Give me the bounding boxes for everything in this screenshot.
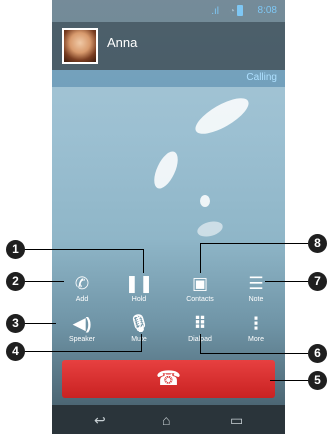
home-icon[interactable]: ⌂ <box>162 412 170 428</box>
end-call-button[interactable]: ☎ <box>62 360 275 398</box>
feather-decoration <box>200 195 210 207</box>
back-icon[interactable]: ↩ <box>94 412 106 429</box>
leader-line <box>16 351 142 352</box>
leader-line <box>200 353 308 354</box>
callout-3: 3 <box>6 314 25 333</box>
add-call-label: Add <box>75 296 89 303</box>
note-icon: ☰ <box>248 274 264 293</box>
microphone-icon: 🎙 <box>128 314 150 333</box>
status-bar: .ıl ◔ 8:08 <box>52 0 285 22</box>
callout-6: 6 <box>308 344 327 363</box>
note-button[interactable]: ☰ Note <box>228 273 284 313</box>
end-call-icon: ☎ <box>156 368 181 390</box>
pause-icon: ❚❚ <box>124 274 154 293</box>
dialpad-icon: ⠿ <box>193 314 207 333</box>
leader-line <box>143 249 144 273</box>
callout-7: 7 <box>308 272 327 291</box>
recents-icon[interactable]: ▭ <box>230 412 243 429</box>
callout-2: 2 <box>6 272 25 291</box>
call-status-bar: Calling <box>52 70 285 87</box>
battery-icon <box>237 5 243 16</box>
leader-line <box>200 243 308 244</box>
wifi-icon: ◔ <box>228 6 235 17</box>
navigation-bar: ↩ ⌂ ▭ <box>52 405 285 434</box>
callout-4: 4 <box>6 342 25 361</box>
mute-label: Mute <box>131 336 147 343</box>
callout-5: 5 <box>308 371 327 390</box>
contacts-label: Contacts <box>186 296 214 303</box>
contact-header: Anna <box>52 22 285 70</box>
leader-line <box>200 334 201 354</box>
mute-button[interactable]: 🎙 Mute <box>111 313 167 353</box>
speaker-icon: ◀) <box>72 314 92 333</box>
call-status-label: Calling <box>246 72 277 83</box>
avatar <box>62 28 98 64</box>
callout-8: 8 <box>308 234 327 253</box>
call-controls: ✆ Add ❚❚ Hold ▣ Contacts ☰ Note ◀) Speak… <box>52 270 285 350</box>
signal-icon: .ıl <box>211 6 219 17</box>
feather-decoration <box>190 91 254 141</box>
feather-decoration <box>149 148 183 192</box>
more-vertical-icon: ⋮ <box>247 314 265 333</box>
hold-label: Hold <box>131 296 147 303</box>
leader-line <box>200 243 201 273</box>
leader-line <box>16 249 144 250</box>
note-label: Note <box>248 296 264 303</box>
add-call-button[interactable]: ✆ Add <box>54 273 110 313</box>
callout-1: 1 <box>6 240 25 259</box>
speaker-label: Speaker <box>68 336 96 343</box>
phone-screen: .ıl ◔ 8:08 Anna Calling ✆ Add ❚❚ Hold ▣ … <box>52 0 285 434</box>
contacts-button[interactable]: ▣ Contacts <box>172 273 228 313</box>
leader-line <box>141 334 142 352</box>
more-button[interactable]: ⋮ More <box>228 313 284 353</box>
contacts-icon: ▣ <box>191 274 209 293</box>
feather-decoration <box>195 218 225 240</box>
contact-name: Anna <box>107 35 138 50</box>
leader-line <box>270 380 310 381</box>
add-call-icon: ✆ <box>74 274 90 293</box>
status-time: 8:08 <box>257 5 277 16</box>
hold-button[interactable]: ❚❚ Hold <box>111 273 167 313</box>
speaker-button[interactable]: ◀) Speaker <box>54 313 110 353</box>
more-label: More <box>248 336 264 343</box>
